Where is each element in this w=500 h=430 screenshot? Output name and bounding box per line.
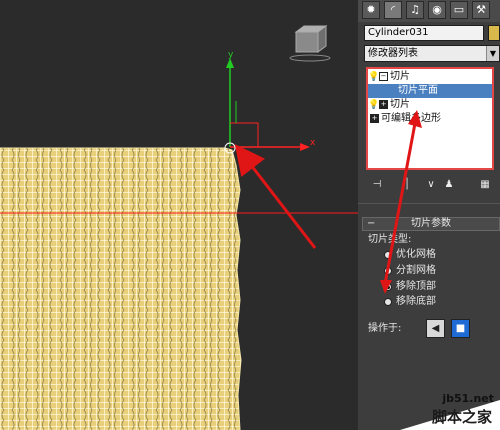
object-name-field[interactable]: Cylinder031 <box>364 25 484 41</box>
utilities-icon[interactable]: ⚒ <box>472 1 490 19</box>
lightbulb-icon[interactable]: 💡 <box>368 98 379 112</box>
stack-item-label: 可编辑多边形 <box>381 113 441 124</box>
modify-icon[interactable]: ◜ <box>384 1 402 19</box>
make-unique-icon[interactable]: ∨ <box>424 178 438 192</box>
stack-item-label: 切片平面 <box>398 85 438 96</box>
stack-item-slice-plane[interactable]: 切片平面 <box>368 84 492 98</box>
slice-type-label: 切片类型: <box>368 234 412 245</box>
operate-on-face-button[interactable]: ◀ <box>426 319 445 338</box>
create-icon[interactable]: ✹ <box>362 1 380 19</box>
command-panel-tabs: ✹ ◜ ♫ ◉ ▭ ⚒ <box>358 0 500 22</box>
annotation-arrow-to-gizmo <box>234 144 317 249</box>
modifier-list-dropdown[interactable]: 修改器列表 ▼ <box>364 45 500 62</box>
viewport-canvas[interactable]: y x <box>0 0 358 430</box>
object-color-swatch[interactable] <box>488 25 500 41</box>
viewport[interactable]: y x <box>0 0 358 430</box>
radio-label-refine-mesh: 优化网格 <box>396 249 436 260</box>
rollout-slice-parameters[interactable]: − 切片参数 <box>362 217 500 231</box>
stack-toolbar: ⊣ │ ∨ ♟ ▦ <box>364 178 496 194</box>
watermark-url: jb51.net <box>442 392 494 405</box>
watermark-text: 脚本之家 <box>431 408 492 426</box>
stack-item-label: 切片 <box>390 99 410 110</box>
show-end-result-icon[interactable]: │ <box>400 178 414 192</box>
annotation-overlay <box>380 110 422 294</box>
gizmo-y-label: y <box>228 50 234 60</box>
radio-refine-mesh[interactable] <box>384 251 392 259</box>
divider <box>358 203 500 204</box>
command-panel: ✹ ◜ ♫ ◉ ▭ ⚒ Cylinder031 修改器列表 ▼ 💡− 切片 切片平… <box>358 0 500 430</box>
expand-icon[interactable]: + <box>379 99 388 109</box>
operate-on-label: 操作于: <box>368 323 402 334</box>
gizmo-x-label: x <box>310 138 316 148</box>
lightbulb-icon[interactable]: 💡 <box>368 70 379 84</box>
radio-split-mesh[interactable] <box>384 267 392 275</box>
radio-label-split-mesh: 分割网格 <box>396 265 436 276</box>
stack-item-editable-poly[interactable]: + 可编辑多边形 <box>368 112 492 126</box>
modifier-stack[interactable]: 💡− 切片 切片平面 💡+ 切片 + 可编辑多边形 <box>366 67 494 170</box>
watermark: jb51.net 脚本之家 <box>370 390 500 430</box>
stack-item-slice[interactable]: 💡− 切片 <box>368 70 492 84</box>
chevron-down-icon[interactable]: ▼ <box>486 46 499 61</box>
radio-remove-top[interactable] <box>384 283 392 291</box>
collapse-icon[interactable]: − <box>379 71 388 81</box>
radio-label-remove-top: 移除顶部 <box>396 281 436 292</box>
radio-label-remove-bottom: 移除底部 <box>396 296 436 307</box>
configure-modifier-sets-icon[interactable]: ▦ <box>478 178 492 192</box>
radio-remove-bottom[interactable] <box>384 298 392 306</box>
transform-gizmo[interactable]: y x <box>224 50 316 154</box>
modifier-list-label: 修改器列表 <box>368 48 418 59</box>
stack-item-label: 切片 <box>390 71 410 82</box>
operate-on-poly-button[interactable]: ■ <box>451 319 470 338</box>
pin-stack-icon[interactable]: ⊣ <box>370 178 384 192</box>
rollout-title: 切片参数 <box>411 218 451 229</box>
stack-item-slice-2[interactable]: 💡+ 切片 <box>368 98 492 112</box>
display-icon[interactable]: ▭ <box>450 1 468 19</box>
collapse-icon[interactable]: − <box>367 218 375 230</box>
viewcube-icon[interactable] <box>289 25 331 62</box>
expand-icon[interactable]: + <box>370 113 379 123</box>
remove-modifier-icon[interactable]: ♟ <box>442 178 456 192</box>
hierarchy-icon[interactable]: ♫ <box>406 1 424 19</box>
motion-icon[interactable]: ◉ <box>428 1 446 19</box>
